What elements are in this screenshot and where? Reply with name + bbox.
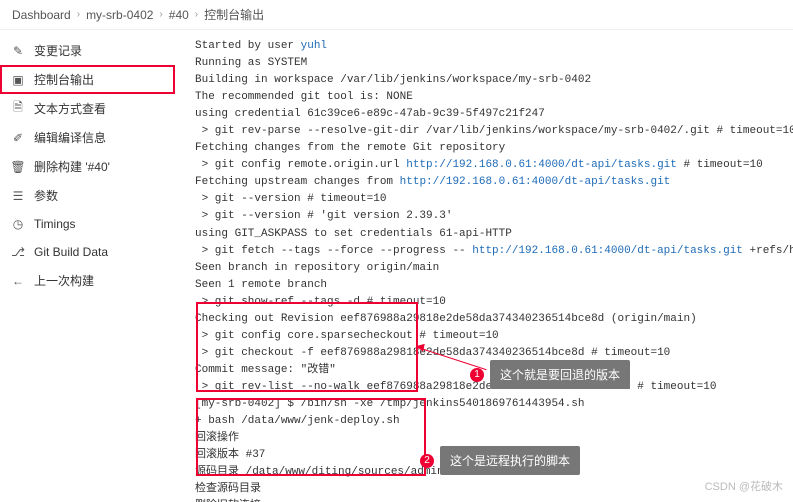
callout-number: 2: [420, 454, 434, 468]
git-icon: ⎇: [10, 244, 26, 260]
sidebar-item-label: 上一次构建: [34, 272, 94, 289]
console-line: > git show-ref --tags -d # timeout=10: [195, 294, 785, 311]
console-line: > git --version # 'git version 2.39.3': [195, 208, 785, 225]
console-output: Started by user yuhlRunning as SYSTEMBui…: [175, 30, 793, 502]
console-line: > git config core.sparsecheckout # timeo…: [195, 328, 785, 345]
console-line: 回滚操作: [195, 430, 785, 447]
edit-icon: ✐: [10, 130, 26, 146]
sidebar-item-console[interactable]: ▣ 控制台输出: [0, 65, 175, 94]
console-line: [my-srb-0402] $ /bin/sh -xe /tmp/jenkins…: [195, 396, 785, 413]
console-line: Seen branch in repository origin/main: [195, 260, 785, 277]
terminal-icon: ▣: [10, 72, 26, 88]
sidebar-item-label: 编辑编译信息: [34, 129, 106, 146]
arrow-left-icon: ←: [10, 273, 26, 289]
breadcrumb-item[interactable]: my-srb-0402: [86, 8, 153, 22]
console-line: Fetching upstream changes from http://19…: [195, 174, 785, 191]
console-line: Building in workspace /var/lib/jenkins/w…: [195, 72, 785, 89]
sidebar-item-label: 控制台输出: [34, 71, 94, 88]
console-line: > git rev-parse --resolve-git-dir /var/l…: [195, 123, 785, 140]
sidebar-item-label: 变更记录: [34, 42, 82, 59]
sidebar-item-textview[interactable]: 🗎 文本方式查看: [0, 94, 175, 123]
callout-text: 这个就是要回退的版本: [500, 366, 620, 383]
breadcrumb-item[interactable]: Dashboard: [12, 8, 71, 22]
console-line: > git --version # timeout=10: [195, 191, 785, 208]
sidebar-item-label: 参数: [34, 187, 58, 204]
annotation-callout: 2 这个是远程执行的脚本: [440, 446, 580, 475]
sidebar-item-timings[interactable]: ◷ Timings: [0, 210, 175, 238]
sidebar-item-label: 删除构建 '#40': [34, 158, 110, 175]
console-line: > git config remote.origin.url http://19…: [195, 157, 785, 174]
console-line: + bash /data/www/jenk-deploy.sh: [195, 413, 785, 430]
clock-icon: ◷: [10, 216, 26, 232]
chevron-right-icon: ›: [77, 9, 80, 20]
console-link[interactable]: http://192.168.0.61:4000/dt-api/tasks.gi…: [400, 176, 671, 188]
document-icon: 🗎: [10, 101, 26, 117]
console-link[interactable]: http://192.168.0.61:4000/dt-api/tasks.gi…: [406, 159, 677, 171]
breadcrumb: Dashboard › my-srb-0402 › #40 › 控制台输出: [0, 0, 793, 30]
chevron-right-icon: ›: [159, 9, 162, 20]
console-line: Started by user yuhl: [195, 38, 785, 55]
console-link[interactable]: http://192.168.0.61:4000/dt-api/tasks.gi…: [472, 245, 743, 257]
sidebar-item-label: Git Build Data: [34, 245, 108, 259]
sidebar-item-label: 文本方式查看: [34, 100, 106, 117]
console-line: Seen 1 remote branch: [195, 277, 785, 294]
console-line: Running as SYSTEM: [195, 55, 785, 72]
console-line: using GIT_ASKPASS to set credentials 61-…: [195, 226, 785, 243]
console-link[interactable]: yuhl: [301, 40, 327, 52]
sliders-icon: ☰: [10, 188, 26, 204]
sidebar-item-prevbuild[interactable]: ← 上一次构建: [0, 266, 175, 295]
sidebar-item-changes[interactable]: ✎ 变更记录: [0, 36, 175, 65]
annotation-callout: 1 这个就是要回退的版本: [490, 360, 630, 389]
console-line: > git fetch --tags --force --progress --…: [195, 243, 785, 260]
callout-text: 这个是远程执行的脚本: [450, 452, 570, 469]
sidebar-item-gitdata[interactable]: ⎇ Git Build Data: [0, 238, 175, 266]
console-line: Checking out Revision eef876988a29818e2d…: [195, 311, 785, 328]
breadcrumb-item[interactable]: #40: [169, 8, 189, 22]
callout-number: 1: [470, 368, 484, 382]
sidebar-item-label: Timings: [34, 217, 76, 231]
sidebar-item-params[interactable]: ☰ 参数: [0, 181, 175, 210]
console-line: The recommended git tool is: NONE: [195, 89, 785, 106]
console-line: 删除旧软连接: [195, 498, 785, 502]
breadcrumb-item[interactable]: 控制台输出: [204, 6, 264, 23]
trash-icon: 🗑: [10, 159, 26, 175]
sidebar-item-delete[interactable]: 🗑 删除构建 '#40': [0, 152, 175, 181]
chevron-right-icon: ›: [195, 9, 198, 20]
console-line: 检查源码目录: [195, 481, 785, 498]
console-line: using credential 61c39ce6-e89c-47ab-9c39…: [195, 106, 785, 123]
watermark: CSDN @花破木: [705, 478, 783, 494]
console-line: Fetching changes from the remote Git rep…: [195, 140, 785, 157]
pencil-icon: ✎: [10, 43, 26, 59]
sidebar-item-editinfo[interactable]: ✐ 编辑编译信息: [0, 123, 175, 152]
sidebar: ✎ 变更记录 ▣ 控制台输出 🗎 文本方式查看 ✐ 编辑编译信息 🗑 删除构建 …: [0, 30, 175, 502]
